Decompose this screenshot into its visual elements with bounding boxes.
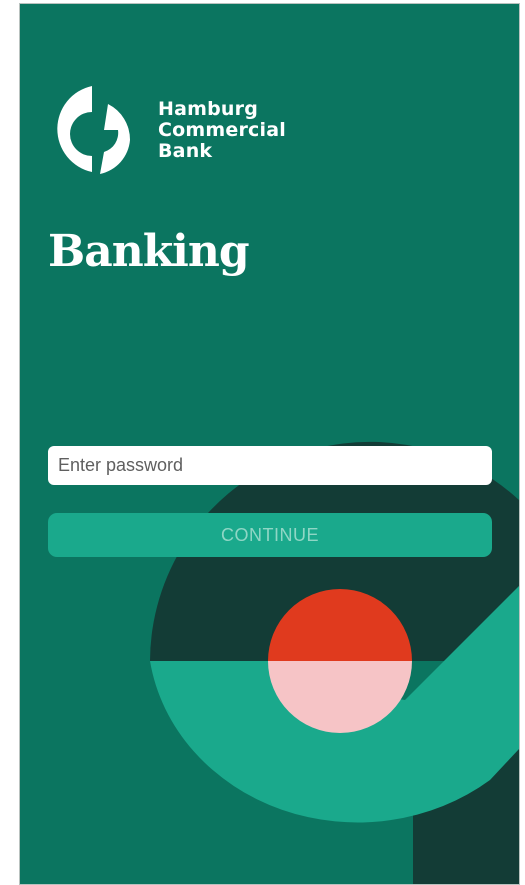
brand-logo: Hamburg Commercial Bank [48, 84, 286, 176]
brand-name-line-1: Hamburg [158, 97, 259, 120]
continue-button[interactable]: CONTINUE [48, 513, 492, 557]
hcob-logo-icon [57, 86, 131, 174]
brand-name-line-2: Commercial [158, 118, 286, 141]
app-screen: Hamburg Commercial Bank Banking CONTINUE [20, 4, 519, 885]
brand-name: Hamburg Commercial Bank [158, 97, 286, 162]
page-title: Banking [48, 226, 250, 277]
brand-name-line-3: Bank [158, 139, 213, 162]
password-input[interactable] [48, 446, 492, 485]
